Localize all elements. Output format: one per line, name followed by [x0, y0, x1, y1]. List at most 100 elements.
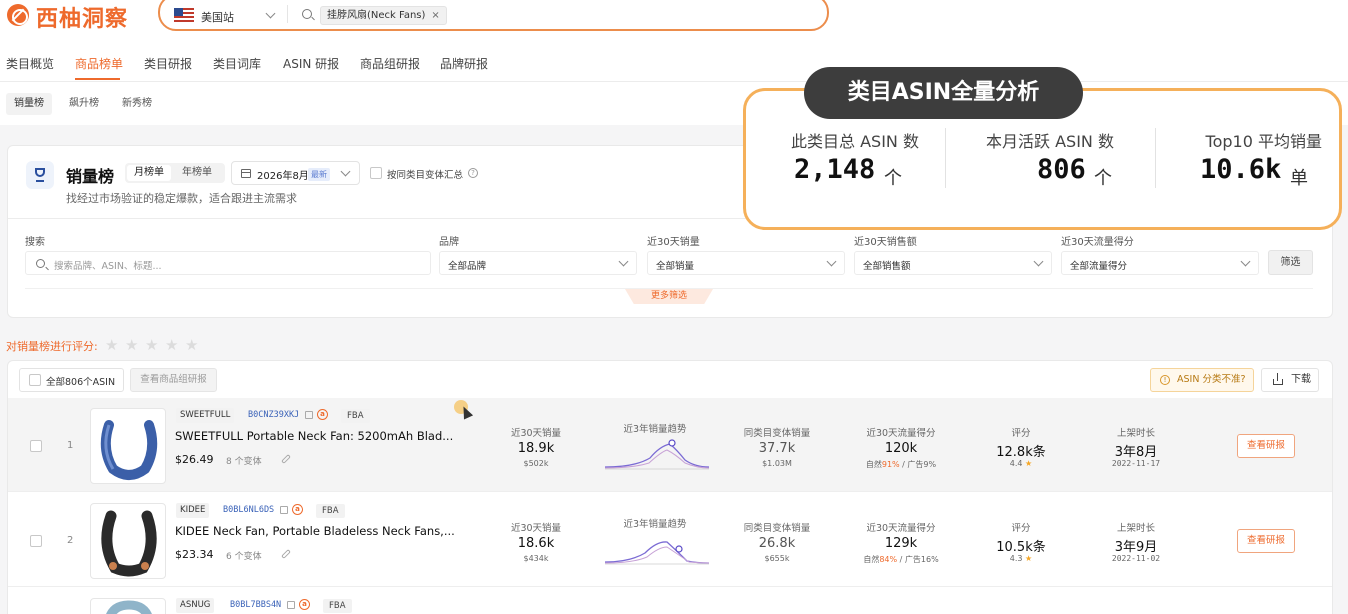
sales-filter-label: 近30天销量 [647, 237, 700, 248]
sales-trend-sparkline[interactable] [605, 436, 709, 472]
reviews-count: 10.5k条 [996, 540, 1046, 555]
link-icon[interactable] [281, 549, 291, 559]
traffic-header: 近30天流量得分 [866, 523, 936, 534]
filter-search-input[interactable]: 搜索品牌、ASIN、标题... [25, 251, 431, 275]
search-icon [36, 259, 45, 268]
chevron-down-icon[interactable] [265, 8, 276, 19]
yearly-toggle-button[interactable]: 年榜单 [175, 165, 219, 181]
copy-icon[interactable] [305, 411, 313, 419]
traffic-split: 自然84% / 广告16% [863, 555, 939, 564]
subtab-newcomer-ranking[interactable]: 新秀榜 [114, 93, 160, 115]
brand-select-value: 全部品牌 [448, 261, 487, 272]
brand-tag[interactable]: ASNUG [176, 598, 215, 613]
variant-sales-header: 同类目变体销量 [743, 428, 811, 439]
group-variants-checkbox[interactable] [370, 167, 382, 179]
product-image[interactable] [90, 408, 166, 484]
row-checkbox[interactable] [30, 440, 42, 452]
download-button[interactable]: 下载 [1261, 368, 1319, 392]
monthly-toggle-button[interactable]: 月榜单 [127, 165, 171, 181]
top10-avg-unit: 单 [1290, 168, 1308, 189]
traffic-value: 129k [884, 536, 918, 551]
revenue-select-value: 全部销售额 [863, 261, 911, 272]
logo-icon [7, 4, 29, 26]
view-report-button[interactable]: 查看研报 [1237, 434, 1295, 458]
reviews-count: 12.8k条 [996, 445, 1046, 460]
rating-star-1[interactable]: ★ [105, 336, 118, 354]
copy-icon[interactable] [287, 601, 295, 609]
variant-count[interactable]: 6 个变体 [226, 549, 262, 562]
product-image[interactable] [90, 503, 166, 579]
product-title[interactable]: SWEETFULL Portable Neck Fan: 5200mAh Bla… [175, 429, 453, 443]
table-row[interactable]: 1 SWEETFULL B0CNZ39XKJ a FBA SWEETFULL P… [8, 398, 1332, 492]
variant-sales-header: 同类目变体销量 [743, 523, 811, 534]
asin-category-issue-button[interactable]: ! ASIN 分类不准? [1150, 368, 1254, 392]
tab-category-overview[interactable]: 类目概览 [6, 55, 54, 72]
tag-close-icon[interactable]: × [431, 10, 439, 21]
select-all-checkbox[interactable] [29, 374, 41, 386]
active-asin-unit: 个 [1094, 168, 1112, 189]
variant-count[interactable]: 8 个变体 [226, 454, 262, 467]
brand-tag[interactable]: SWEETFULL [176, 408, 235, 423]
warning-icon: ! [1160, 375, 1170, 385]
listed-date: 2022-11-02 [1111, 554, 1161, 563]
star-icon: ★ [1025, 459, 1033, 468]
tab-category-report[interactable]: 类目研报 [144, 55, 192, 72]
help-icon[interactable]: ? [468, 168, 478, 178]
tab-brand-report[interactable]: 品牌研报 [440, 55, 488, 72]
sales-trend-sparkline[interactable] [605, 531, 709, 567]
rating-star-4[interactable]: ★ [165, 336, 178, 354]
sales-select-value: 全部销量 [656, 261, 695, 272]
period-toggle: 月榜单 年榜单 [125, 163, 225, 183]
reviews-header: 评分 [1011, 523, 1031, 534]
view-group-report-button[interactable]: 查看商品组研报 [130, 368, 217, 392]
traffic-header: 近30天流量得分 [866, 428, 936, 439]
row-checkbox[interactable] [30, 535, 42, 547]
search-bar[interactable]: 美国站 挂脖风扇(Neck Fans) × [158, 0, 829, 31]
sales30-header: 近30天销量 [510, 428, 562, 439]
copy-icon[interactable] [280, 506, 288, 514]
tab-product-group-report[interactable]: 商品组研报 [360, 55, 420, 72]
traffic-select[interactable]: 全部流量得分 [1061, 251, 1259, 275]
tab-category-keywords[interactable]: 类目词库 [213, 55, 261, 72]
asin-link[interactable]: B0CNZ39XKJ [248, 410, 299, 420]
month-picker[interactable]: 2026年8月 最新 [231, 161, 360, 185]
rating-star-2[interactable]: ★ [125, 336, 138, 354]
select-all-control[interactable]: 全部806个ASIN [19, 368, 124, 392]
listed-duration: 3年8月 [1114, 445, 1158, 460]
chevron-down-icon [618, 256, 629, 267]
product-title[interactable]: KIDEE Neck Fan, Portable Bladeless Neck … [175, 524, 455, 538]
logo-text[interactable]: 西柚洞察 [36, 1, 128, 33]
amazon-icon[interactable]: a [317, 409, 328, 420]
table-row[interactable]: 2 KIDEE B0BL6NL6DS a FBA KIDEE Neck Fan,… [8, 493, 1332, 587]
divider [287, 5, 288, 23]
table-row[interactable]: ASNUG B0BL7BBS4N a FBA [8, 588, 1332, 614]
product-price: $26.49 [175, 453, 214, 466]
apply-filter-button[interactable]: 筛选 [1268, 250, 1313, 275]
trend-header: 近3年销量趋势 [623, 424, 687, 435]
view-report-button[interactable]: 查看研报 [1237, 529, 1295, 553]
rating-prompt: 对销量榜进行评分: [6, 340, 98, 353]
subtab-sales-ranking[interactable]: 销量榜 [6, 93, 52, 115]
subtab-rising-ranking[interactable]: 飙升榜 [61, 93, 107, 115]
asin-link[interactable]: B0BL7BBS4N [230, 600, 281, 610]
amazon-icon[interactable]: a [292, 504, 303, 515]
link-icon[interactable] [281, 454, 291, 464]
tab-asin-report[interactable]: ASIN 研报 [283, 55, 339, 72]
tab-product-ranking[interactable]: 商品榜单 [75, 55, 123, 72]
search-keyword-tag[interactable]: 挂脖风扇(Neck Fans) × [320, 6, 447, 25]
brand-select[interactable]: 全部品牌 [439, 251, 637, 275]
asin-link[interactable]: B0BL6NL6DS [223, 505, 274, 515]
product-image[interactable] [90, 598, 166, 614]
brand-tag[interactable]: KIDEE [176, 503, 210, 518]
amazon-icon[interactable]: a [299, 599, 310, 610]
site-selector-label[interactable]: 美国站 [201, 9, 234, 25]
sales-select[interactable]: 全部销量 [647, 251, 845, 275]
rating-star-3[interactable]: ★ [145, 336, 158, 354]
more-filters-toggle[interactable]: 更多筛选 [625, 289, 713, 304]
revenue-select[interactable]: 全部销售额 [854, 251, 1052, 275]
rating-star-5[interactable]: ★ [185, 336, 198, 354]
fulfillment-badge: FBA [323, 599, 352, 613]
board-title: 销量榜 [66, 167, 115, 186]
chevron-down-icon [826, 256, 837, 267]
variant-revenue-value: $1.03M [762, 459, 792, 468]
